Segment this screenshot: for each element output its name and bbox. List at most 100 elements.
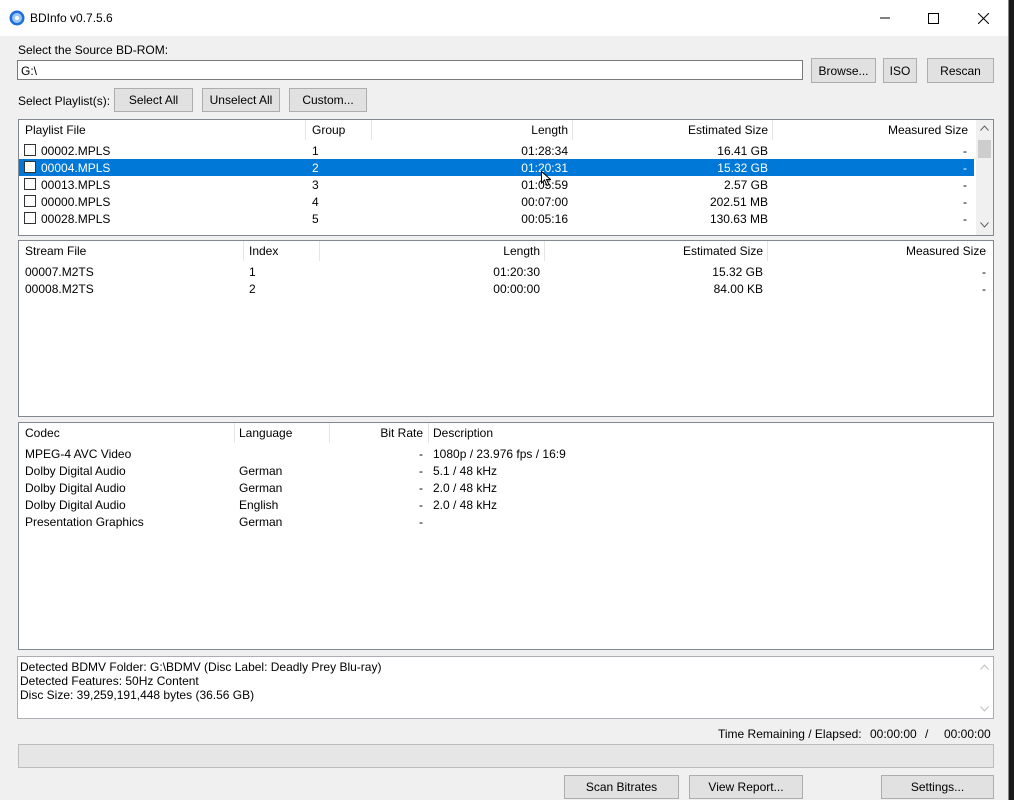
info-scrollbar[interactable]	[976, 657, 993, 718]
playlist-row[interactable]: 00000.MPLS 4 00:07:00 202.51 MB -	[19, 193, 974, 210]
codec-row[interactable]: Dolby Digital Audio German -2.0 / 48 kHz	[19, 479, 993, 496]
scroll-up-icon[interactable]	[980, 125, 989, 131]
source-label: Select the Source BD-ROM:	[18, 43, 169, 57]
stream-row[interactable]: 00007.M2TS 1 01:20:30 15.32 GB -	[19, 263, 993, 280]
browse-button[interactable]: Browse...	[811, 58, 876, 83]
playlist-group: 4	[312, 195, 319, 209]
select-all-button[interactable]: Select All	[114, 88, 193, 112]
source-path-input[interactable]: G:\	[17, 60, 803, 80]
disc-info-line: Disc Size: 39,259,191,448 bytes (36.56 G…	[20, 688, 255, 702]
playlist-checkbox[interactable]	[24, 195, 36, 207]
stream-file: 00008.M2TS	[25, 282, 94, 296]
rescan-button[interactable]: Rescan	[927, 58, 994, 83]
window-title: BDInfo v0.7.5.6	[30, 11, 113, 25]
scan-progress-bar	[18, 744, 994, 768]
playlist-measured-size: -	[963, 212, 967, 226]
scroll-up-icon[interactable]	[980, 664, 989, 670]
scroll-down-icon[interactable]	[980, 222, 989, 228]
playlist-file: 00013.MPLS	[41, 178, 111, 192]
col-codec[interactable]: Codec	[25, 426, 60, 440]
iso-button[interactable]: ISO	[883, 58, 917, 83]
stream-estimated-size: 84.00 KB	[713, 282, 763, 296]
codec-description: 2.0 / 48 kHz	[433, 481, 498, 495]
scroll-down-icon[interactable]	[980, 706, 989, 712]
maximize-button[interactable]	[908, 0, 958, 36]
playlist-measured-size: -	[963, 178, 967, 192]
playlist-length: 01:20:31	[521, 161, 568, 175]
stream-row[interactable]: 00008.M2TS 2 00:00:00 84.00 KB -	[19, 280, 993, 297]
close-icon	[977, 12, 989, 24]
col-estimated-size[interactable]: Estimated Size	[572, 123, 768, 137]
playlist-group: 1	[312, 144, 319, 158]
playlist-checkbox[interactable]	[24, 212, 36, 224]
playlist-list[interactable]: Playlist File Group Length Estimated Siz…	[18, 119, 994, 236]
col-playlist-file[interactable]: Playlist File	[25, 123, 86, 137]
col-stream-file[interactable]: Stream File	[25, 244, 86, 258]
stream-measured-size: -	[982, 265, 986, 279]
view-report-button[interactable]: View Report...	[689, 775, 803, 799]
close-button[interactable]	[958, 0, 1008, 36]
disc-icon	[9, 10, 25, 26]
custom-button[interactable]: Custom...	[289, 88, 367, 112]
playlist-row[interactable]: 00002.MPLS 1 01:28:34 16.41 GB -	[19, 142, 974, 159]
col-group[interactable]: Group	[312, 123, 345, 137]
col-length[interactable]: Length	[371, 123, 568, 137]
disc-info-line: Detected BDMV Folder: G:\BDMV (Disc Labe…	[20, 660, 382, 674]
time-separator: /	[925, 727, 929, 741]
source-path-value: G:\	[21, 64, 38, 78]
col-language[interactable]: Language	[239, 426, 292, 440]
stream-length: 01:20:30	[493, 265, 540, 279]
codec-description: 5.1 / 48 kHz	[433, 464, 498, 478]
col-description[interactable]: Description	[433, 426, 493, 440]
disc-info-textbox[interactable]: Detected BDMV Folder: G:\BDMV (Disc Labe…	[17, 656, 994, 719]
codec-bit-rate: -	[419, 515, 423, 529]
time-elapsed-value: 00:00:00	[944, 727, 991, 741]
codec-row[interactable]: Presentation Graphics German -	[19, 513, 993, 530]
codec-list[interactable]: Codec Language Bit Rate Description MPEG…	[18, 422, 994, 650]
codec-bit-rate: -	[419, 464, 423, 478]
codec-name: Dolby Digital Audio	[25, 498, 126, 512]
playlist-estimated-size: 202.51 MB	[709, 195, 768, 209]
playlist-scrollbar[interactable]	[976, 120, 993, 235]
playlist-scroll-thumb[interactable]	[978, 140, 991, 158]
scan-bitrates-button[interactable]: Scan Bitrates	[564, 775, 679, 799]
settings-button[interactable]: Settings...	[881, 775, 994, 799]
codec-language: German	[239, 481, 283, 495]
playlist-length: 01:05:59	[521, 178, 568, 192]
codec-description: 2.0 / 48 kHz	[433, 498, 498, 512]
col-bit-rate[interactable]: Bit Rate	[329, 426, 423, 440]
stream-estimated-size: 15.32 GB	[712, 265, 763, 279]
unselect-all-button[interactable]: Unselect All	[202, 88, 280, 112]
col-stream-length[interactable]: Length	[319, 244, 540, 258]
codec-row[interactable]: Dolby Digital Audio English -2.0 / 48 kHz	[19, 496, 993, 513]
playlist-header: Playlist File Group Length Estimated Siz…	[19, 120, 993, 140]
stream-list[interactable]: Stream File Index Length Estimated Size …	[18, 240, 994, 417]
playlist-estimated-size: 130.63 MB	[709, 212, 768, 226]
playlist-length: 01:28:34	[521, 144, 568, 158]
codec-name: Dolby Digital Audio	[25, 464, 126, 478]
codec-name: Presentation Graphics	[25, 515, 144, 529]
main-window: BDInfo v0.7.5.6 Select the Source BD-ROM…	[0, 0, 1009, 800]
playlist-checkbox[interactable]	[24, 161, 36, 173]
playlist-group: 3	[312, 178, 319, 192]
col-stream-measured-size[interactable]: Measured Size	[767, 244, 986, 258]
codec-name: MPEG-4 AVC Video	[25, 447, 132, 461]
playlist-estimated-size: 15.32 GB	[717, 161, 768, 175]
disc-info-line: Detected Features: 50Hz Content	[20, 674, 199, 688]
col-measured-size[interactable]: Measured Size	[772, 123, 968, 137]
codec-row[interactable]: MPEG-4 AVC Video -1080p / 23.976 fps / 16…	[19, 445, 993, 462]
title-bar[interactable]: BDInfo v0.7.5.6	[0, 0, 1008, 36]
codec-row[interactable]: Dolby Digital Audio German -5.1 / 48 kHz	[19, 462, 993, 479]
playlist-estimated-size: 2.57 GB	[723, 178, 768, 192]
codec-description: 1080p / 23.976 fps / 16:9	[433, 447, 566, 461]
col-index[interactable]: Index	[249, 244, 278, 258]
playlist-row[interactable]: 00013.MPLS 3 01:05:59 2.57 GB -	[19, 176, 974, 193]
stream-index: 2	[249, 282, 256, 296]
playlist-checkbox[interactable]	[24, 178, 36, 190]
stream-file: 00007.M2TS	[25, 265, 94, 279]
playlist-checkbox[interactable]	[24, 144, 36, 156]
playlist-row[interactable]: 00004.MPLS 2 01:20:31 15.32 GB -	[19, 159, 974, 176]
minimize-button[interactable]	[860, 0, 910, 36]
col-stream-estimated-size[interactable]: Estimated Size	[544, 244, 763, 258]
playlist-row[interactable]: 00028.MPLS 5 00:05:16 130.63 MB -	[19, 210, 974, 227]
